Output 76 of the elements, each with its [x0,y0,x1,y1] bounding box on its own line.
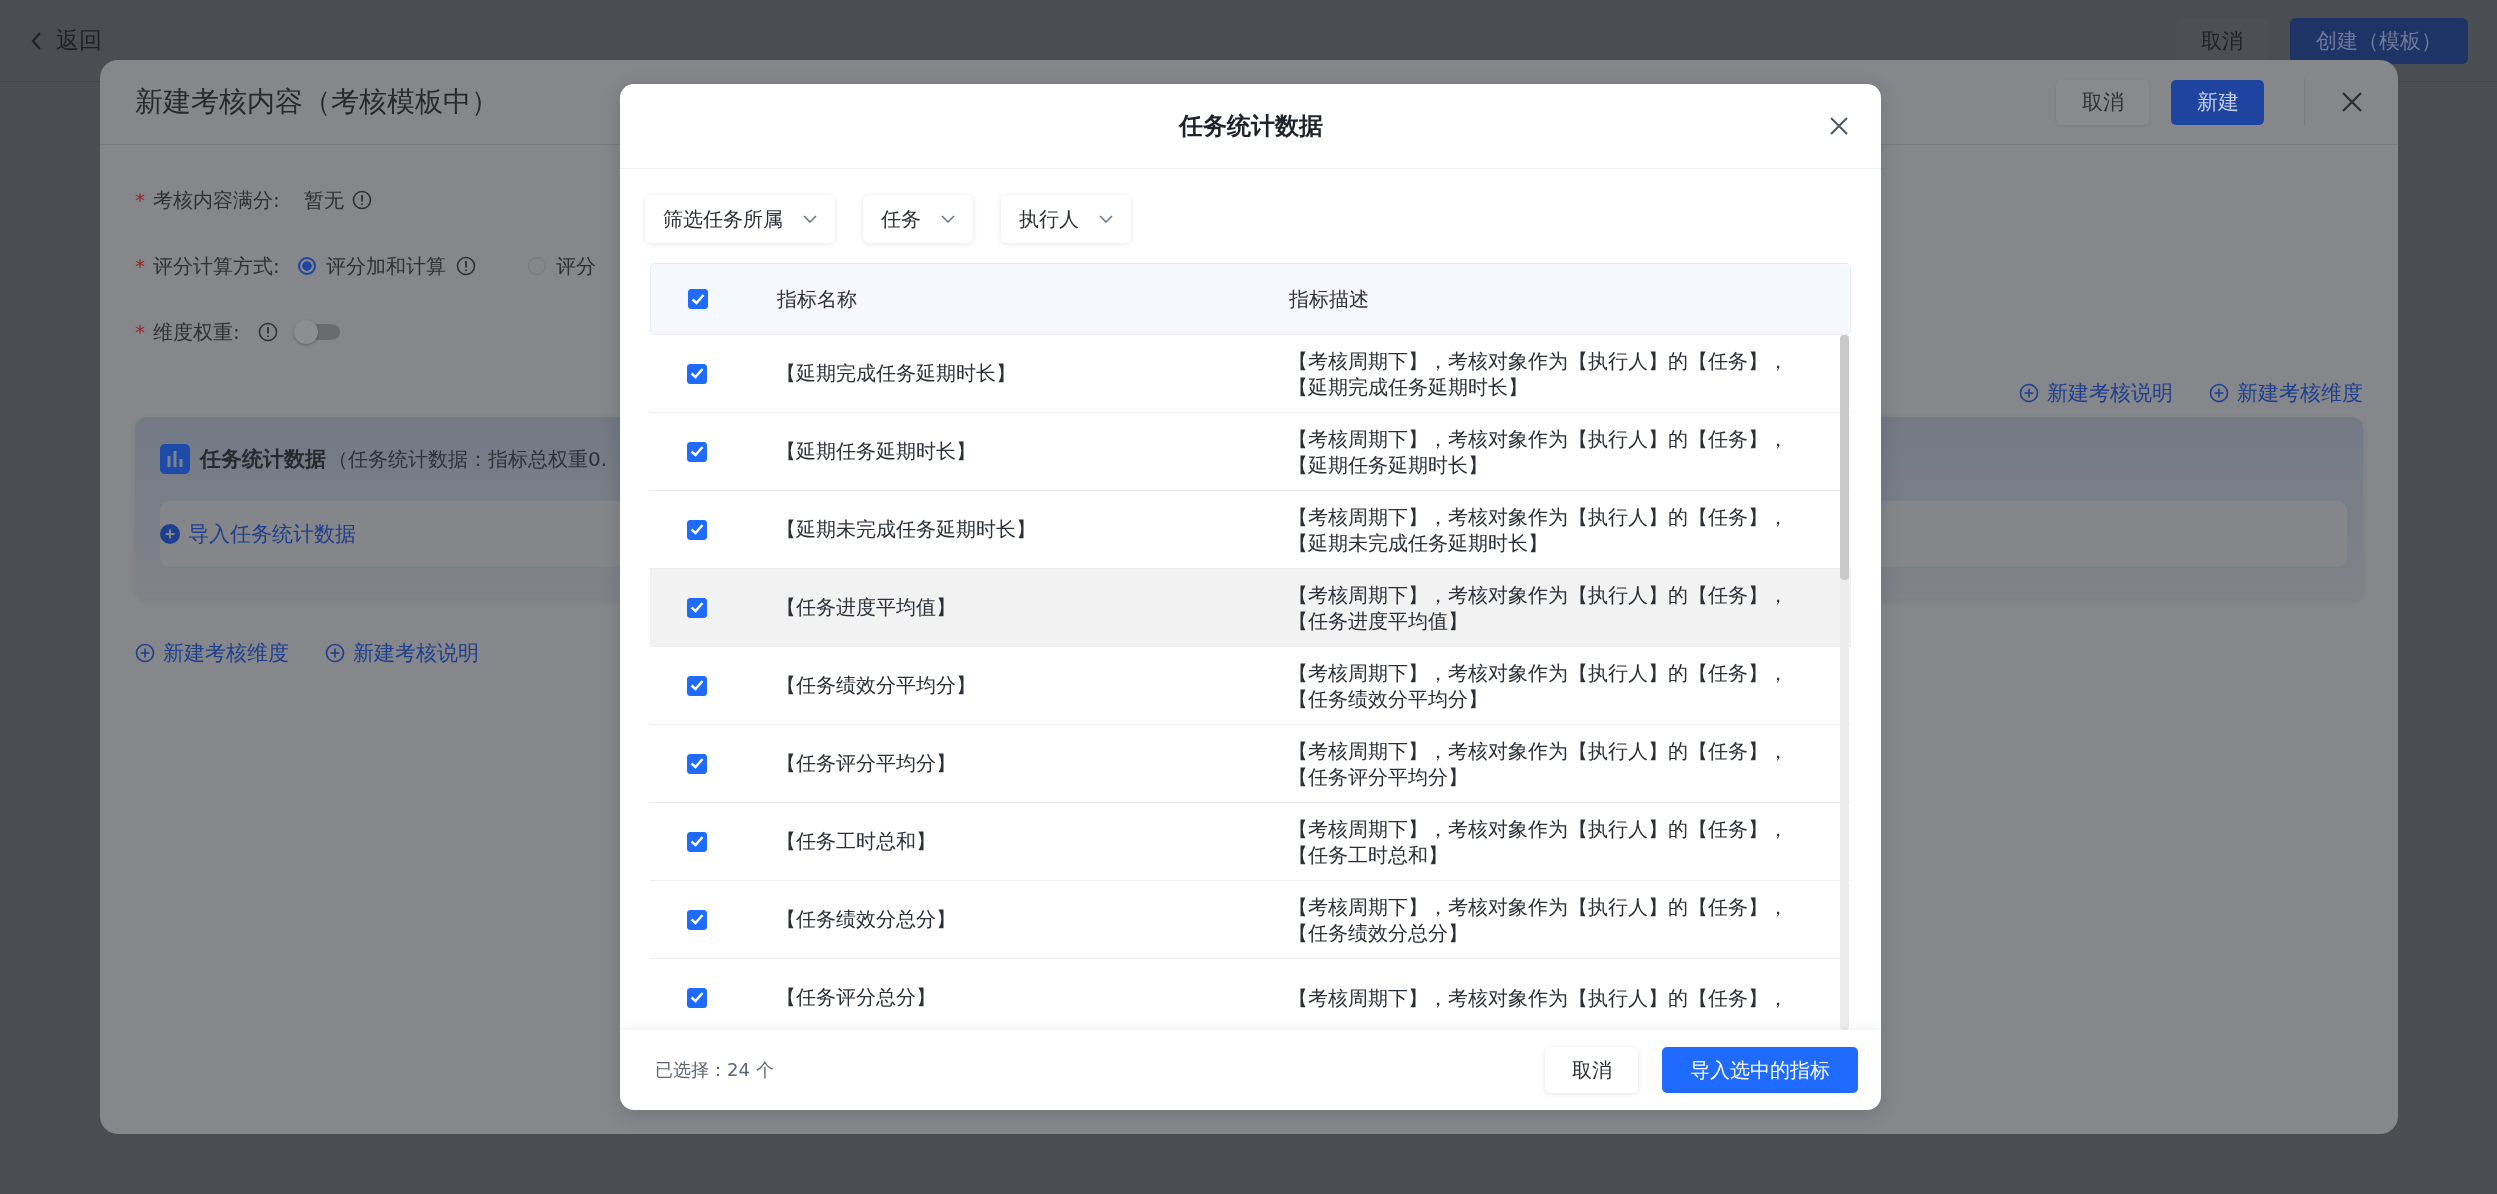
filter-dropdown[interactable]: 筛选任务所属 [645,195,835,243]
dialog-title: 任务统计数据 [1178,111,1323,142]
checkbox[interactable] [687,831,707,852]
table-cell-text: 【考核周期下】，考核对象作为【执行人】的【任务】， [1288,737,1789,764]
checkbox[interactable] [687,987,707,1008]
radio-label: 评分 [555,252,596,280]
table-cell-text: 【延期未完成任务延期时长】 [1288,529,1549,556]
table-cell-text: 【考核周期下】，考核对象作为【执行人】的【任务】， [1288,581,1789,608]
table-cell-text: 【延期未完成任务延期时长】 [776,516,1037,543]
plus-circle-icon [2209,383,2229,403]
field-label: 维度权重: [153,318,240,346]
table-cell-text: 【延期完成任务延期时长】 [776,360,1017,387]
cancel-button[interactable]: 取消 [2056,79,2149,125]
create-button[interactable]: 新建 [2171,79,2264,125]
table-cell-text: 【考核周期下】，考核对象作为【执行人】的【任务】， [1288,893,1789,920]
required-mark: * [135,254,145,278]
checkbox[interactable] [688,289,708,309]
required-mark: * [135,188,145,212]
plus-circle-icon [325,643,345,663]
table-cell-text: 【考核周期下】，考核对象作为【执行人】的【任务】， [1288,425,1789,452]
info-icon [257,322,278,342]
checkbox[interactable] [687,519,707,540]
section-title: 任务统计数据 [200,446,326,473]
chevron-left-icon [30,30,42,51]
import-button[interactable]: 导入选中的指标 [1662,1047,1858,1093]
table-cell-text: 【延期任务延期时长】 [776,438,977,465]
radio-button[interactable] [297,257,316,275]
column-header: 指标描述 [1289,286,1370,312]
plus-circle-icon [135,643,155,663]
table-cell-text: 【任务进度平均值】 [1288,607,1469,634]
table-cell-text: 【任务评分总分】 [776,984,937,1011]
table-cell-text: 【任务绩效分平均分】 [776,672,977,699]
selected-count: 已选择：24 个 [655,1058,774,1082]
checkbox[interactable] [687,597,707,618]
table-cell-text: 【延期任务延期时长】 [1288,451,1489,478]
field-label: 考核内容满分: [153,186,280,214]
table-cell-text: 【延期完成任务延期时长】 [1288,373,1529,400]
filter-dropdown[interactable]: 任务 [863,195,973,243]
filter-dropdown[interactable]: 执行人 [1001,195,1131,243]
table-cell-text: 【任务绩效分总分】 [776,906,957,933]
section-subtitle: （任务统计数据：指标总权重0. [328,445,608,473]
required-mark: * [135,320,145,344]
table-cell-text: 【任务进度平均值】 [776,594,957,621]
field-value: 暂无 [303,186,344,214]
bar-chart-icon [160,444,190,474]
table-cell-text: 【任务工时总和】 [776,828,937,855]
table-cell-text: 【考核周期下】，考核对象作为【执行人】的【任务】， [1288,347,1789,374]
table-cell-text: 【任务绩效分平均分】 [1288,685,1489,712]
chevron-down-icon [803,215,817,223]
column-header: 指标名称 [777,285,858,313]
checkbox[interactable] [687,675,707,696]
checkbox[interactable] [687,753,707,774]
chevron-down-icon [1099,215,1113,223]
field-label: 评分计算方式: [153,252,280,280]
cancel-button[interactable]: 取消 [1545,1047,1638,1093]
table-cell-text: 【任务评分平均分】 [776,750,957,777]
checkbox[interactable] [687,909,707,930]
scrollbar[interactable] [1840,335,1849,1030]
table-cell-text: 【考核周期下】，考核对象作为【执行人】的【任务】， [1288,659,1789,686]
table-cell-text: 【考核周期下】，考核对象作为【执行人】的【任务】， [1288,815,1789,842]
panel-title: 新建考核内容（考核模板中） [135,84,499,120]
info-icon [351,190,372,210]
checkbox[interactable] [687,441,707,462]
table-row[interactable]: 【任务进度平均值】 【考核周期下】，考核对象作为【执行人】的【任务】， 【任务进度平均值】 [650,569,1851,647]
table-cell-text: 【任务评分平均分】 [1288,763,1469,790]
table-cell-text: 【考核周期下】，考核对象作为【执行人】的【任务】， [1288,984,1789,1011]
checkbox[interactable] [687,363,707,384]
close-icon[interactable] [2341,91,2363,113]
table-cell-text: 【任务工时总和】 [1288,841,1449,868]
plus-circle-icon [2019,383,2039,403]
close-icon[interactable] [1829,116,1849,136]
table-cell-text: 【任务绩效分总分】 [1288,919,1469,946]
table-cell-text: 【考核周期下】，考核对象作为【执行人】的【任务】， [1288,503,1789,530]
info-icon [455,256,476,276]
radio-label: 评分加和计算 [325,252,446,280]
chevron-down-icon [941,215,955,223]
